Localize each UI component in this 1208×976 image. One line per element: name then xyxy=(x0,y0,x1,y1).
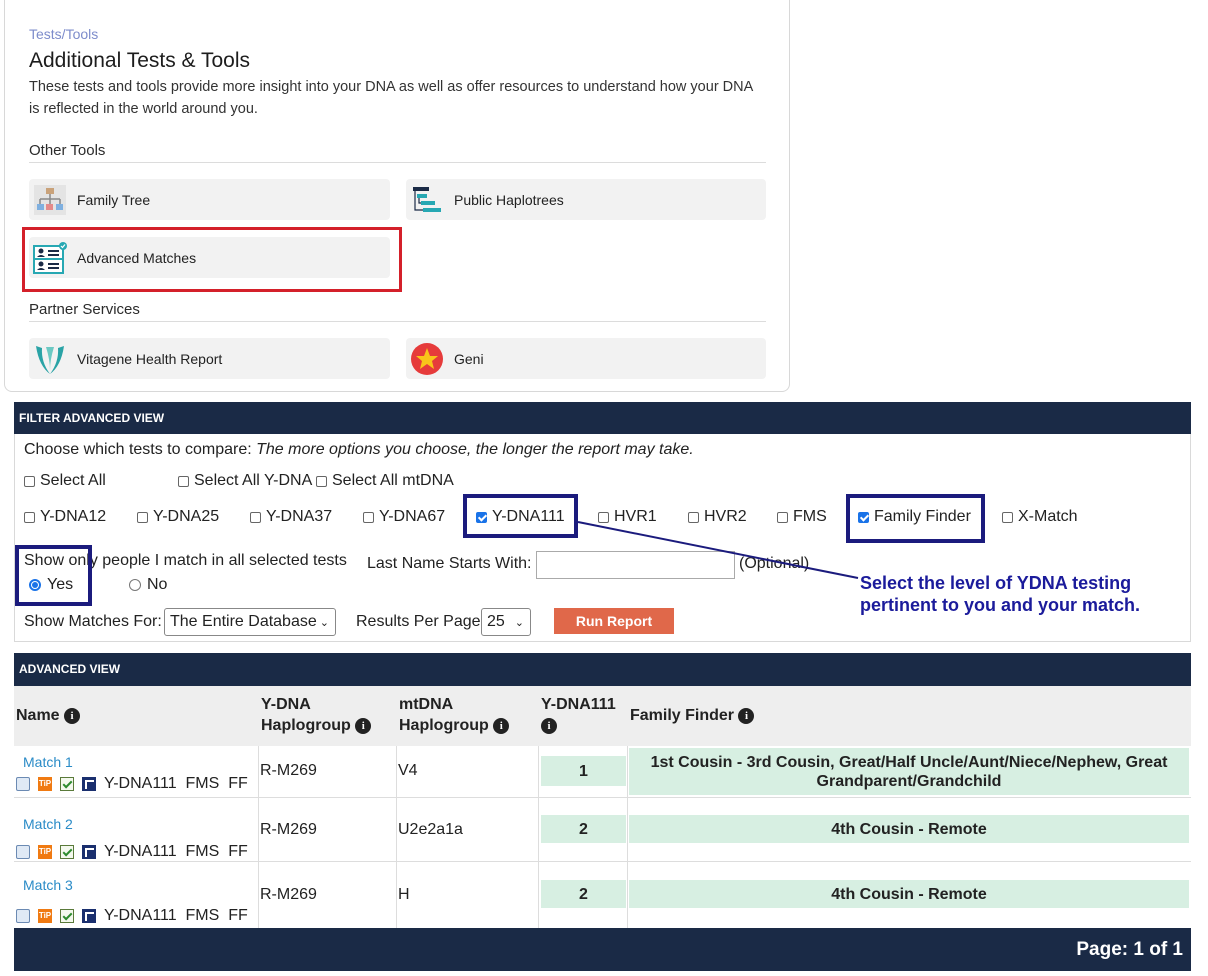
email-icon[interactable] xyxy=(16,845,30,859)
email-icon[interactable] xyxy=(16,909,30,923)
match-name-link[interactable]: Match 3 xyxy=(23,877,73,893)
callout-line-1: Select the level of YDNA testing xyxy=(860,573,1132,593)
col-name-label: Name xyxy=(16,707,60,724)
family-finder-relationship: 4th Cousin - Remote xyxy=(629,880,1189,908)
info-icon[interactable]: i xyxy=(64,707,81,724)
info-icon[interactable]: i xyxy=(355,717,372,734)
ydna-haplogroup-value: R-M269 xyxy=(260,886,317,903)
mtdna-haplogroup-value: H xyxy=(398,886,410,903)
match-name-link[interactable]: Match 1 xyxy=(23,754,73,770)
info-icon[interactable]: i xyxy=(493,717,510,734)
col-mtdna-label-1: mtDNA xyxy=(399,696,454,713)
col-ydna111: Y-DNA111 i xyxy=(541,694,616,736)
col-mtdna-haplogroup: mtDNA Haplogroup i xyxy=(399,694,510,736)
match-icons: TiP Y-DNA111 FMS FF xyxy=(16,907,248,925)
tip-icon[interactable]: TiP xyxy=(38,777,52,791)
tree-icon[interactable] xyxy=(82,845,96,859)
col-ydna-label-2: Haplogroup xyxy=(261,717,351,734)
pagination: Page: 1 of 1 xyxy=(14,928,1191,971)
advanced-view-header: ADVANCED VIEW xyxy=(14,653,1191,686)
info-icon[interactable]: i xyxy=(541,717,557,734)
col-ydna111-label: Y-DNA111 xyxy=(541,696,616,713)
table-row: Match 3 TiP Y-DNA111 FMS FF R-M269 H 2 4t… xyxy=(14,862,1191,928)
email-icon[interactable] xyxy=(16,777,30,791)
col-name: Name i xyxy=(16,705,81,726)
notes-icon[interactable] xyxy=(60,777,74,791)
tree-icon[interactable] xyxy=(82,777,96,791)
tip-icon[interactable]: TiP xyxy=(38,845,52,859)
col-mtdna-label-2: Haplogroup xyxy=(399,717,489,734)
callout-text: Select the level of YDNA testing pertine… xyxy=(860,572,1140,616)
family-finder-relationship: 1st Cousin - 3rd Cousin, Great/Half Uncl… xyxy=(629,748,1189,795)
ydna111-distance: 2 xyxy=(541,880,626,908)
info-icon[interactable]: i xyxy=(738,707,755,724)
ydna-haplogroup-value: R-M269 xyxy=(260,762,317,779)
table-header: Name i Y-DNA Haplogroup i mtDNA Haplogroup… xyxy=(14,686,1191,746)
tip-icon[interactable]: TiP xyxy=(38,909,52,923)
match-icons: TiP Y-DNA111 FMS FF xyxy=(16,775,248,793)
family-finder-relationship: 4th Cousin - Remote xyxy=(629,815,1189,843)
match-name-link[interactable]: Match 2 xyxy=(23,816,73,832)
table-row: Match 1 TiP Y-DNA111 FMS FF R-M269 V4 1 1… xyxy=(14,746,1191,798)
mtdna-haplogroup-value: V4 xyxy=(398,762,418,779)
match-tests: Y-DNA111 FMS FF xyxy=(104,775,248,792)
col-ydna-haplogroup: Y-DNA Haplogroup i xyxy=(261,694,372,736)
match-icons: TiP Y-DNA111 FMS FF xyxy=(16,843,248,861)
match-tests: Y-DNA111 FMS FF xyxy=(104,843,248,860)
callout-line-2: pertinent to you and your match. xyxy=(860,595,1141,615)
ydna111-distance: 2 xyxy=(541,815,626,843)
notes-icon[interactable] xyxy=(60,845,74,859)
ydna111-distance: 1 xyxy=(541,756,626,786)
col-family-finder: Family Finder i xyxy=(630,705,755,726)
col-family-finder-label: Family Finder xyxy=(630,707,735,724)
table-row: Match 2 TiP Y-DNA111 FMS FF R-M269 U2e2a1… xyxy=(14,798,1191,862)
col-ydna-label-1: Y-DNA xyxy=(261,696,311,713)
mtdna-haplogroup-value: U2e2a1a xyxy=(398,821,463,838)
ydna-haplogroup-value: R-M269 xyxy=(260,821,317,838)
notes-icon[interactable] xyxy=(60,909,74,923)
tree-icon[interactable] xyxy=(82,909,96,923)
match-tests: Y-DNA111 FMS FF xyxy=(104,907,248,924)
